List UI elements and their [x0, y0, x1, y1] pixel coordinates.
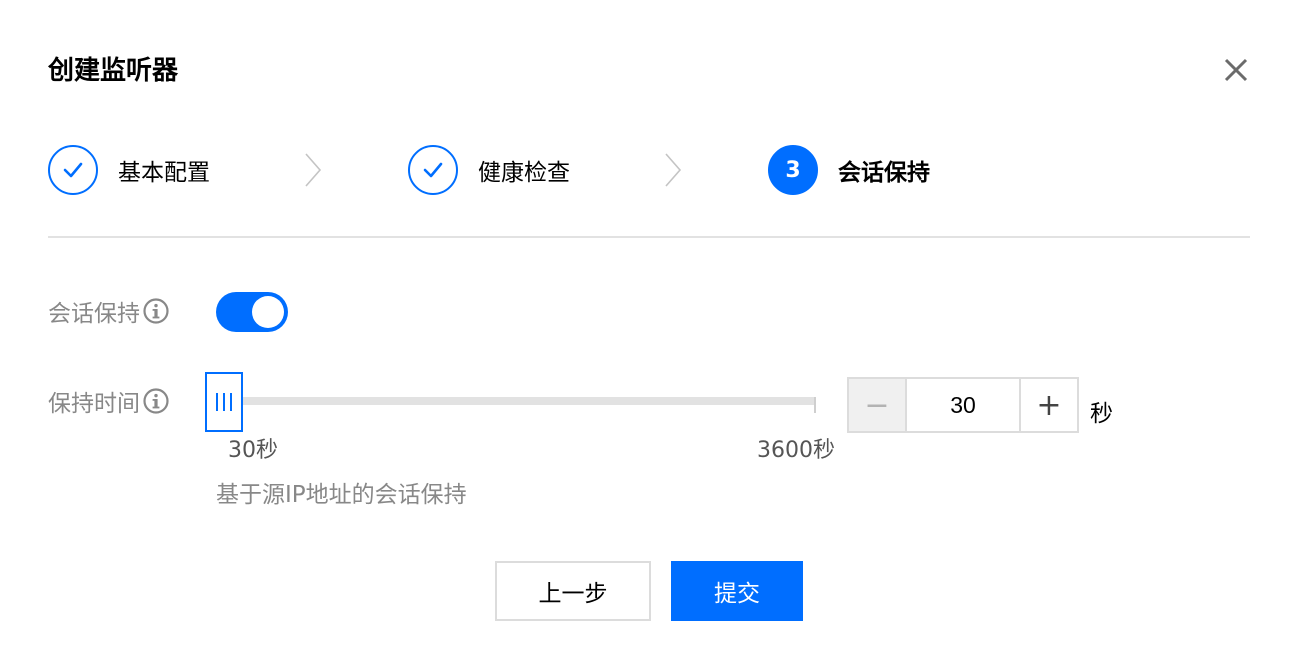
step-health-check: 健康检查	[408, 142, 570, 198]
hold-time-label: 保持时间	[48, 384, 170, 418]
slider-end-tick	[814, 397, 816, 413]
increment-button[interactable]: +	[1019, 379, 1077, 431]
slider-min-label: 30秒	[228, 438, 278, 463]
hold-time-stepper: − +	[847, 377, 1079, 433]
check-icon	[423, 162, 443, 178]
step-label: 基本配置	[118, 160, 210, 186]
close-icon[interactable]	[1220, 54, 1252, 86]
create-listener-dialog: 创建监听器 基本配置 健康检查 3 会话保持 会话保持 保持时间 30秒 360…	[0, 0, 1300, 666]
slider-max-label: 3600秒	[757, 438, 835, 463]
step-label: 会话保持	[838, 160, 930, 186]
step-label: 健康检查	[478, 160, 570, 186]
hold-time-slider-track[interactable]	[236, 397, 816, 405]
decrement-button[interactable]: −	[849, 379, 907, 431]
step-done-circle	[48, 145, 98, 195]
field-label-text: 会话保持	[48, 301, 140, 327]
chevron-right-icon	[662, 150, 686, 190]
toggle-knob	[252, 296, 284, 328]
step-done-circle	[408, 145, 458, 195]
dialog-title: 创建监听器	[48, 56, 179, 86]
step-session-persistence: 3 会话保持	[768, 142, 930, 198]
header-divider	[48, 236, 1250, 238]
session-persistence-toggle[interactable]	[216, 292, 288, 332]
previous-step-button[interactable]: 上一步	[495, 561, 651, 621]
step-indicator: 基本配置 健康检查 3 会话保持	[48, 142, 1248, 198]
unit-label: 秒	[1090, 401, 1113, 427]
info-icon[interactable]	[142, 387, 170, 415]
session-persistence-label: 会话保持	[48, 294, 170, 328]
chevron-right-icon	[302, 150, 326, 190]
hold-time-hint: 基于源IP地址的会话保持	[216, 482, 467, 508]
step-basic-config: 基本配置	[48, 142, 210, 198]
submit-button[interactable]: 提交	[671, 561, 803, 621]
check-icon	[63, 162, 83, 178]
hold-time-input[interactable]	[907, 379, 1019, 431]
field-label-text: 保持时间	[48, 391, 140, 417]
info-icon[interactable]	[142, 297, 170, 325]
grip-icon	[216, 393, 232, 411]
step-number-circle: 3	[768, 145, 818, 195]
hold-time-slider-handle[interactable]	[205, 372, 243, 432]
